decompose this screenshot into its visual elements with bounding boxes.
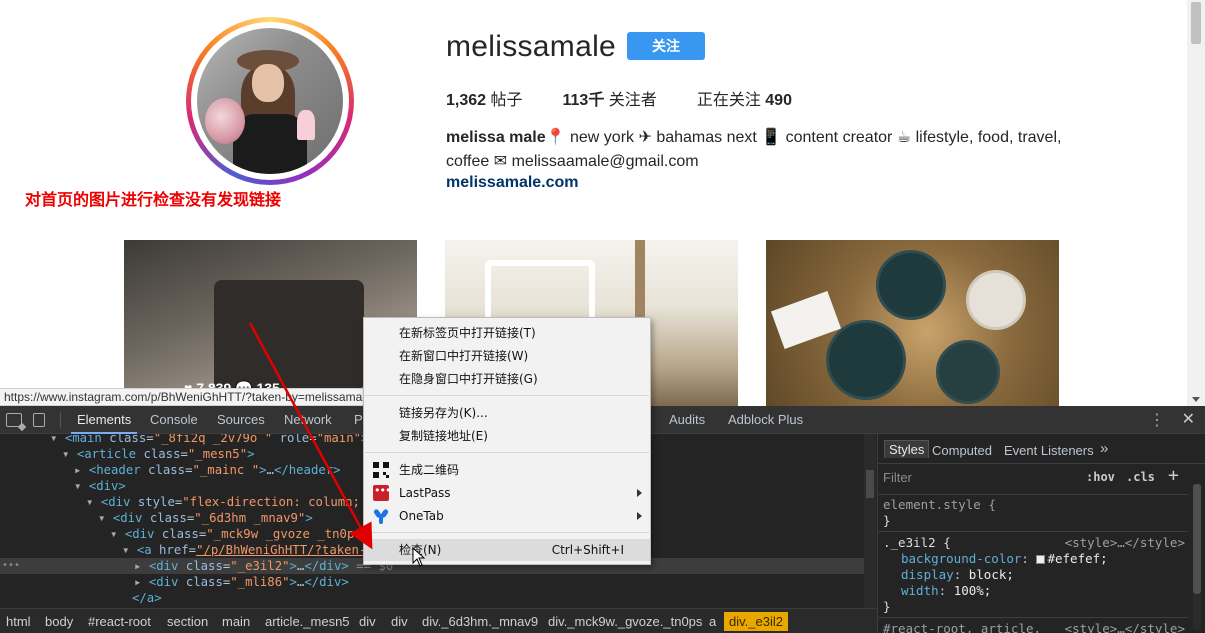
tab-elements[interactable]: Elements (70, 412, 138, 434)
onetab-icon (373, 508, 389, 524)
prop-display[interactable]: display: block; (901, 567, 1014, 582)
tab-console[interactable]: Console (150, 412, 198, 427)
crumb-a[interactable]: a (709, 614, 716, 629)
menu-inspect[interactable]: 检查(N) Ctrl+Shift+I (364, 539, 650, 561)
context-menu: 在新标签页中打开链接(T) 在新窗口中打开链接(W) 在隐身窗口中打开链接(G)… (363, 317, 651, 565)
profile-bio: melissa male📍 new york ✈ bahamas next 📱 … (446, 126, 1066, 174)
inspect-element-icon[interactable] (6, 413, 22, 427)
dom-node-div-6d3hm[interactable]: ▾ <div class="_6d3hm _mnav9"> (98, 510, 313, 526)
crumb-div-6d3hm[interactable]: div._6d3hm._mnav9 (422, 614, 538, 629)
prop-background-color[interactable]: background-color: #efefef; (901, 551, 1108, 566)
bio-line-2: coffee ✉ melissaamale@gmail.com (446, 153, 699, 170)
menu-open-new-tab[interactable]: 在新标签页中打开链接(T) (364, 322, 650, 344)
bio-line-1: 📍 new york ✈ bahamas next 📱 content crea… (545, 129, 1062, 146)
menu-copy-link-address[interactable]: 复制链接地址(E) (364, 425, 650, 447)
submenu-arrow-icon (637, 489, 642, 497)
qr-code-icon (373, 462, 389, 478)
dom-node-main[interactable]: ▾ <main class="_8fi2q _2v79o " role="mai… (50, 434, 368, 446)
mouse-cursor-icon (412, 547, 426, 567)
rule-source-link[interactable]: <style>…</style> (1065, 535, 1185, 550)
lastpass-icon (373, 480, 390, 502)
color-swatch-icon[interactable] (1036, 555, 1046, 564)
styles-scrollbar[interactable] (1193, 484, 1201, 629)
dom-breadcrumb: html body #react-root section main artic… (0, 608, 877, 633)
avatar-photo (197, 28, 343, 174)
annotation-text: 对首页的图片进行检查没有发现链接 (25, 190, 282, 209)
following-count[interactable]: 正在关注 490 (697, 86, 792, 110)
menu-open-incognito[interactable]: 在隐身窗口中打开链接(G) (364, 368, 650, 390)
dom-node-ellipsis: ••• (2, 560, 21, 571)
dom-node-div-style[interactable]: ▾ <div style="flex-direction: column; p (86, 494, 375, 510)
crumb-main[interactable]: main (222, 614, 250, 629)
tab-adblock-plus[interactable]: Adblock Plus (728, 412, 803, 427)
rule-selector: ._e3il2 { (883, 535, 951, 550)
crumb-html[interactable]: html (6, 614, 31, 629)
styles-filter-input[interactable]: Filter (883, 470, 912, 485)
styles-tabbar: Styles Computed Event Listeners » (878, 434, 1205, 464)
profile-avatar[interactable] (186, 17, 354, 185)
posts-count: 1,362 帖子 (446, 92, 523, 109)
dom-node-a[interactable]: ▾ <a href="/p/BhWeniGhHTT/?taken-b (122, 542, 374, 558)
prop-width[interactable]: width: 100%; (901, 583, 991, 598)
devtools-close-icon[interactable]: ✕ (1182, 409, 1195, 429)
followers-count[interactable]: 113千 关注者 (563, 86, 657, 110)
inspect-shortcut: Ctrl+Shift+I (551, 543, 624, 557)
follow-button[interactable]: 关注 (627, 32, 705, 60)
tab-computed[interactable]: Computed (932, 443, 992, 458)
scroll-down-arrow-icon[interactable] (1192, 397, 1200, 402)
dom-node-div-mck9w[interactable]: ▾ <div class="_mck9w _gvoze _tn0ps (110, 526, 362, 542)
styles-pane: Styles Computed Event Listeners » Filter… (877, 434, 1205, 633)
crumb-article[interactable]: article._mesn5 (265, 614, 350, 629)
tab-audits[interactable]: Audits (669, 412, 705, 427)
dom-node-div-mli86[interactable]: ▸ <div class="_mli86">…</div> (134, 574, 349, 590)
next-rule-source-link[interactable]: <style>…</style> (1065, 621, 1185, 633)
element-style-selector: element.style { (883, 497, 996, 512)
bio-name: melissa male (446, 129, 546, 146)
dom-node-header[interactable]: ▸ <header class="_mainc ">…</header> (74, 462, 341, 478)
class-toggle[interactable]: .cls (1126, 470, 1155, 484)
menu-open-new-window[interactable]: 在新窗口中打开链接(W) (364, 345, 650, 367)
menu-generate-qr[interactable]: 生成二维码 (364, 459, 650, 481)
next-rule-selector: #react-root, article, (883, 621, 1042, 633)
link-status-url: https://www.instagram.com/p/BhWeniGhHTT/… (0, 388, 377, 406)
profile-username: melissamale (446, 30, 617, 63)
new-rule-icon[interactable]: + (1168, 465, 1179, 486)
page-scrollbar-thumb[interactable] (1191, 2, 1201, 44)
hover-state-toggle[interactable]: :hov (1086, 470, 1115, 484)
tab-sources[interactable]: Sources (217, 412, 265, 427)
dom-node-div[interactable]: ▾ <div> (74, 478, 126, 494)
crumb-div-2[interactable]: div (391, 614, 408, 629)
crumb-react-root[interactable]: #react-root (88, 614, 151, 629)
tab-network[interactable]: Network (284, 412, 332, 427)
device-toolbar-icon[interactable] (33, 413, 45, 427)
crumb-div-mck9w[interactable]: div._mck9w._gvoze._tn0ps (548, 614, 702, 629)
menu-lastpass[interactable]: LastPass (364, 480, 650, 504)
crumb-body[interactable]: body (45, 614, 73, 629)
devtools-menu-icon[interactable]: ⋮ (1149, 410, 1165, 430)
tab-styles[interactable]: Styles (884, 440, 930, 458)
page-scrollbar[interactable] (1187, 0, 1205, 406)
menu-onetab[interactable]: OneTab (364, 505, 650, 527)
dom-scrollbar[interactable] (864, 434, 876, 608)
tabs-overflow-icon[interactable]: » (1100, 440, 1108, 457)
post-thumbnail-3[interactable] (766, 240, 1059, 406)
dom-node-article[interactable]: ▾ <article class="_mesn5"> (62, 446, 255, 462)
crumb-div-e3il2[interactable]: div._e3il2 (724, 612, 788, 631)
profile-website-link[interactable]: melissamale.com (446, 174, 579, 192)
crumb-div-1[interactable]: div (359, 614, 376, 629)
menu-save-link-as[interactable]: 链接另存为(K)... (364, 402, 650, 424)
crumb-section[interactable]: section (167, 614, 208, 629)
tab-event-listeners[interactable]: Event Listeners (1004, 443, 1094, 458)
profile-stats: 1,362 帖子 113千 关注者 正在关注 490 (446, 86, 832, 110)
submenu-arrow-icon (637, 512, 642, 520)
dom-node-a-close[interactable]: </a> (132, 590, 162, 606)
